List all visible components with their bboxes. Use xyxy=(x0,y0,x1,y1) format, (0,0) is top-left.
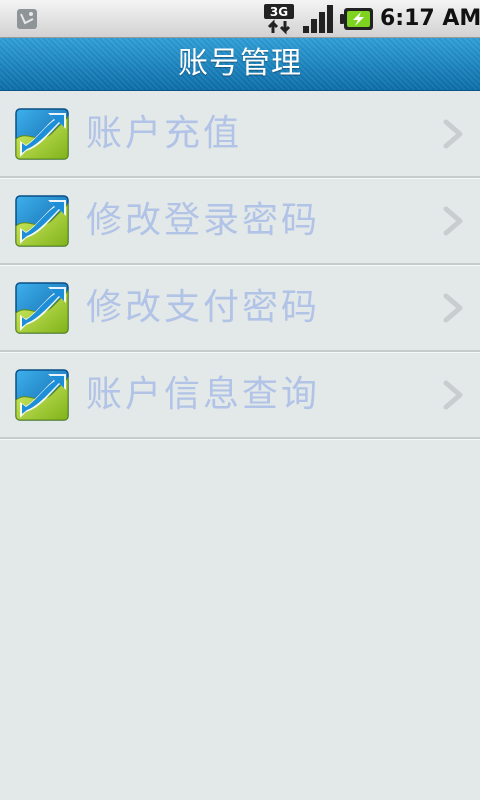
chevron-right-icon xyxy=(440,380,466,410)
chevron-right-icon xyxy=(440,206,466,236)
app-logo-icon xyxy=(14,368,70,422)
app-logo-icon xyxy=(14,107,70,161)
page-title: 账号管理 xyxy=(178,46,302,81)
svg-text:3G: 3G xyxy=(270,5,288,19)
menu-item-change-payment-password[interactable]: 修改支付密码 xyxy=(0,265,480,352)
menu-item-change-login-password[interactable]: 修改登录密码 xyxy=(0,178,480,265)
3g-arrows-icon: 3G xyxy=(264,4,294,35)
notification-icon[interactable] xyxy=(16,8,38,30)
status-bar: 3G 6:17 AM xyxy=(0,0,480,38)
title-bar: 账号管理 xyxy=(0,38,480,91)
menu-item-label: 账户信息查询 xyxy=(86,374,321,415)
app-logo-icon xyxy=(14,194,70,248)
menu-item-label: 修改登录密码 xyxy=(86,200,321,241)
menu-item-account-info[interactable]: 账户信息查询 xyxy=(0,352,480,439)
menu-list: 账户充值 修改登录密码 修改支付密码 账户信息查询 xyxy=(0,91,480,439)
app-logo-icon xyxy=(14,281,70,335)
clock: 6:17 AM xyxy=(380,6,480,31)
chevron-right-icon xyxy=(440,119,466,149)
menu-item-recharge[interactable]: 账户充值 xyxy=(0,91,480,178)
signal-strength-icon xyxy=(303,5,333,33)
menu-item-label: 账户充值 xyxy=(86,113,243,154)
chevron-right-icon xyxy=(440,293,466,323)
menu-item-label: 修改支付密码 xyxy=(86,287,321,328)
battery-charging-icon xyxy=(340,8,373,30)
